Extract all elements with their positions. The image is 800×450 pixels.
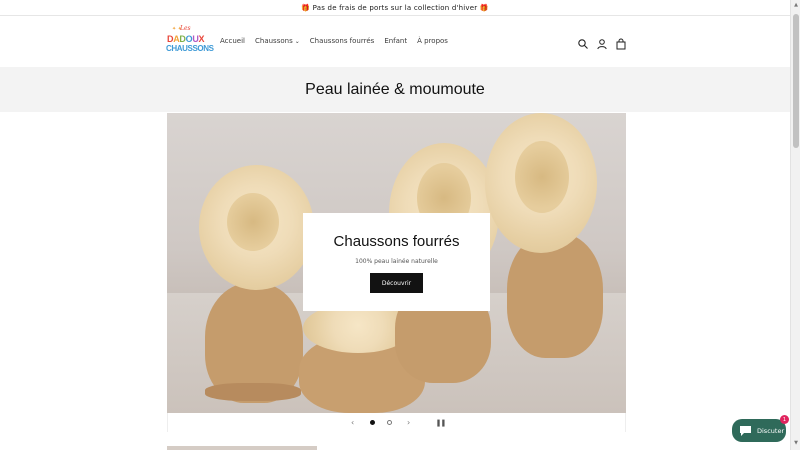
next-slide-button[interactable]: › bbox=[404, 418, 414, 427]
slide-dot-1[interactable] bbox=[369, 420, 375, 425]
page-title: Peau lainée & moumoute bbox=[305, 80, 485, 98]
header-icons bbox=[577, 35, 627, 50]
previous-slide-button[interactable]: ‹ bbox=[348, 418, 358, 427]
nav-item-chaussons-fourres[interactable]: Chaussons fourrés bbox=[310, 37, 375, 45]
chat-icon bbox=[740, 425, 751, 436]
chat-label: Discuter bbox=[757, 426, 785, 435]
product-image-peek bbox=[167, 446, 317, 450]
slide-dot-2[interactable] bbox=[386, 420, 392, 425]
slipper-sole bbox=[205, 383, 301, 401]
hero-content-card: Chaussons fourrés 100% peau lainée natur… bbox=[303, 213, 490, 311]
collection-title-band: Peau lainée & moumoute bbox=[0, 67, 790, 112]
scrollbar-thumb[interactable] bbox=[793, 14, 799, 148]
slipper-opening bbox=[515, 141, 569, 213]
chat-button[interactable]: Discuter bbox=[732, 419, 786, 442]
logo-dadoux: DADOUX bbox=[167, 34, 205, 44]
page-scrollbar[interactable]: ▲ ▼ bbox=[790, 0, 800, 450]
nav-item-chaussons[interactable]: Chaussons ⌄ bbox=[255, 37, 300, 45]
site-header: ✦ ✦ Les DADOUX CHAUSSONS Accueil Chausso… bbox=[0, 16, 790, 67]
account-icon[interactable] bbox=[596, 35, 608, 50]
nav-item-enfant[interactable]: Enfant bbox=[384, 37, 407, 45]
hero-title: Chaussons fourrés bbox=[333, 233, 460, 250]
hero-subtitle: 100% peau lainée naturelle bbox=[355, 258, 438, 265]
nav-item-accueil[interactable]: Accueil bbox=[220, 37, 245, 45]
scroll-down-icon[interactable]: ▼ bbox=[792, 440, 800, 448]
cart-icon[interactable] bbox=[615, 35, 627, 50]
discover-button[interactable]: Découvrir bbox=[370, 273, 423, 293]
slipper-image bbox=[507, 233, 603, 358]
search-icon[interactable] bbox=[577, 35, 589, 49]
chevron-down-icon: ⌄ bbox=[294, 38, 300, 45]
logo-les: Les bbox=[180, 25, 191, 32]
logo-chaussons: CHAUSSONS bbox=[166, 44, 214, 53]
slideshow-controls: ‹ › ❚❚ bbox=[167, 413, 626, 432]
announcement-bar: 🎁 Pas de frais de ports sur la collectio… bbox=[0, 0, 790, 16]
chat-notification-badge: 1 bbox=[780, 415, 789, 424]
site-logo[interactable]: ✦ ✦ Les DADOUX CHAUSSONS bbox=[166, 25, 214, 59]
announcement-text: 🎁 Pas de frais de ports sur la collectio… bbox=[301, 3, 489, 12]
scroll-up-icon[interactable]: ▲ bbox=[792, 2, 800, 10]
nav-item-a-propos[interactable]: À propos bbox=[417, 37, 448, 45]
slipper-opening bbox=[227, 193, 279, 251]
main-navigation: Accueil Chaussons ⌄ Chaussons fourrés Enf… bbox=[220, 37, 448, 45]
pause-icon[interactable]: ❚❚ bbox=[436, 419, 447, 427]
